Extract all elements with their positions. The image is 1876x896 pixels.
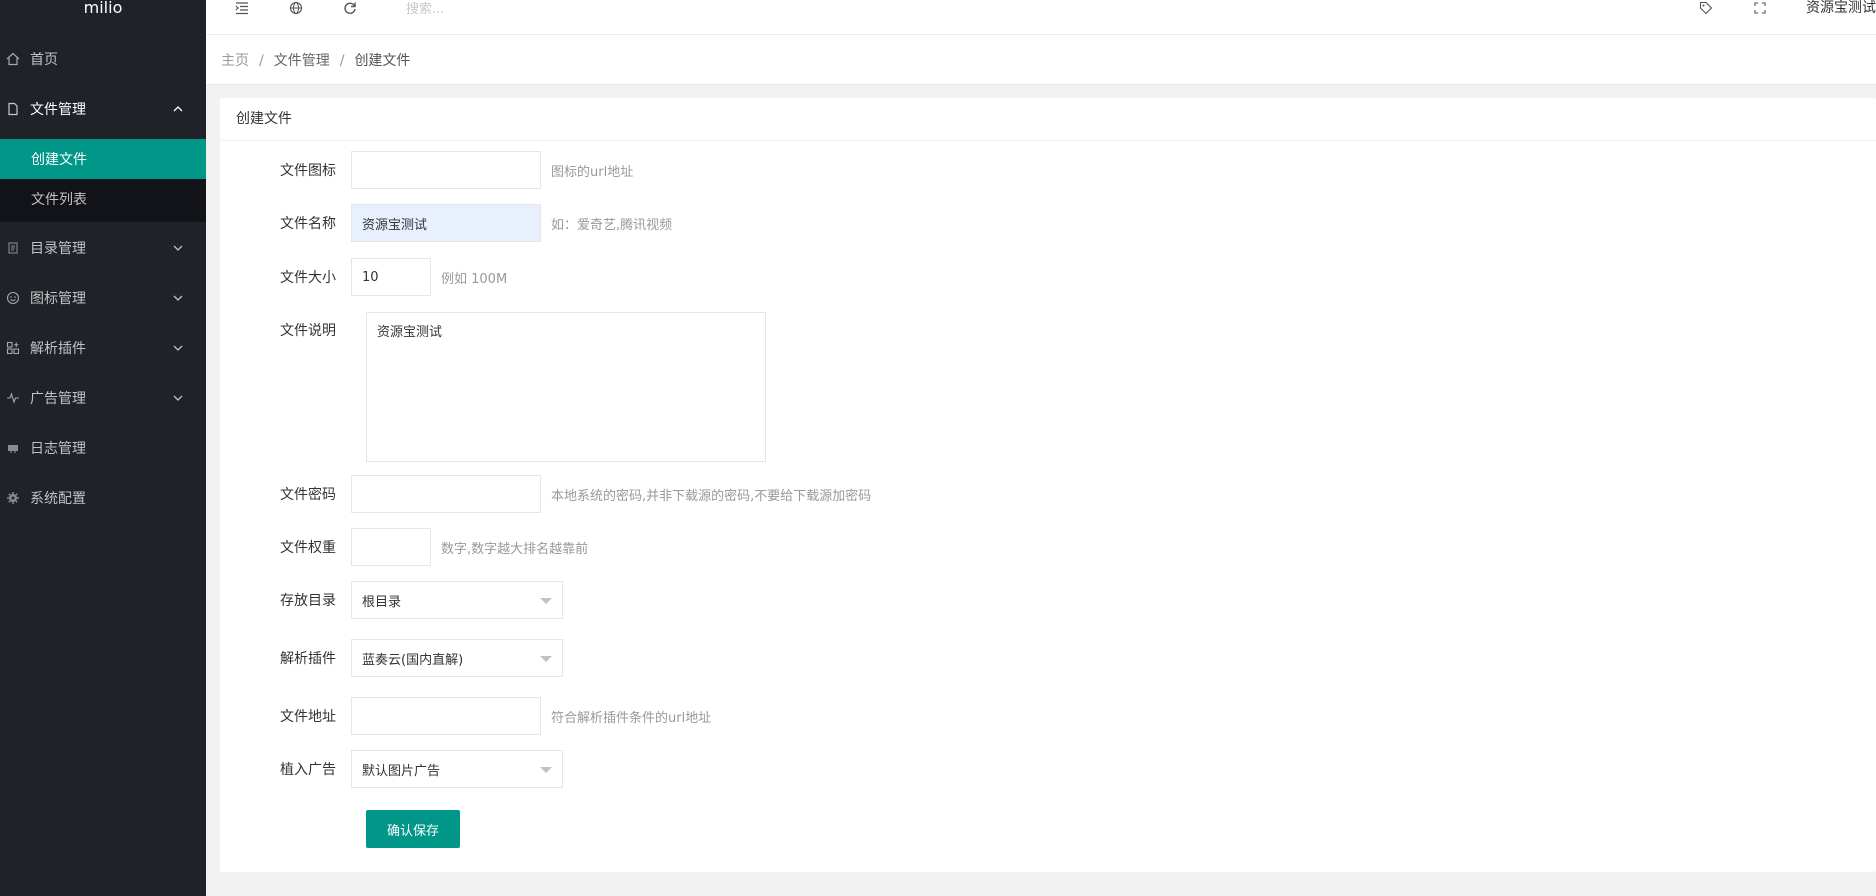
sidebar-submenu: 创建文件 文件列表 [0, 139, 206, 222]
field-label: 文件地址 [280, 709, 336, 725]
chevron-down-icon [173, 245, 183, 251]
sidebar-item-ads[interactable]: 广告管理 [0, 373, 206, 423]
field-label: 文件图标 [280, 163, 336, 179]
breadcrumb-home[interactable]: 主页 [221, 53, 249, 69]
sidebar-item-label: 系统配置 [30, 491, 86, 507]
field-label: 文件大小 [280, 270, 336, 286]
breadcrumb-bar: 主页 / 文件管理 / 创建文件 [206, 35, 1876, 85]
field-tip: 数字,数字越大排名越靠前 [441, 541, 589, 557]
file-description-textarea[interactable]: 资源宝测试 [366, 312, 766, 462]
field-tip: 如：爱奇艺,腾讯视频 [551, 217, 673, 233]
sidebar-item-icons[interactable]: 图标管理 [0, 273, 206, 323]
sidebar-item-label: 广告管理 [30, 391, 86, 407]
caret-down-icon [540, 767, 552, 773]
sidebar-item-label: 首页 [30, 52, 58, 68]
form-card: 创建文件 文件图标 图标的url地址 文件名称 如：爱奇艺,腾讯视频 文件大小 … [220, 98, 1876, 872]
field-row-desc: 文件说明 [220, 312, 351, 350]
sidebar-item-plugins[interactable]: 解析插件 [0, 323, 206, 373]
field-label: 文件说明 [280, 323, 336, 339]
breadcrumb-current: 创建文件 [354, 53, 411, 69]
field-row-weight: 文件权重 数字,数字越大排名越靠前 [220, 528, 588, 566]
field-label: 解析插件 [280, 651, 336, 667]
file-password-input[interactable] [351, 475, 541, 513]
log-icon [6, 441, 20, 455]
file-icon-input[interactable] [351, 151, 541, 189]
field-row-ad: 植入广告 默认图片广告 [220, 750, 563, 788]
sidebar-subitem-label: 文件列表 [31, 192, 87, 208]
field-row-url: 文件地址 符合解析插件条件的url地址 [220, 697, 711, 735]
file-name-input[interactable] [351, 204, 541, 242]
sidebar-item-label: 文件管理 [30, 102, 86, 118]
field-label: 文件权重 [280, 540, 336, 556]
field-label: 植入广告 [280, 762, 336, 778]
select-value: 默认图片广告 [362, 763, 441, 779]
file-weight-input[interactable] [351, 528, 431, 566]
file-size-input[interactable] [351, 258, 431, 296]
refresh-icon[interactable] [342, 0, 358, 16]
chevron-down-icon [173, 395, 183, 401]
file-url-input[interactable] [351, 697, 541, 735]
sidebar-item-logs[interactable]: 日志管理 [0, 423, 206, 473]
sidebar-subitem-file-list[interactable]: 文件列表 [0, 179, 206, 219]
smile-icon [6, 291, 20, 305]
field-label: 存放目录 [280, 593, 336, 609]
select-value: 根目录 [362, 594, 402, 610]
caret-down-icon [540, 598, 552, 604]
sidebar-item-file-management[interactable]: 文件管理 [0, 84, 206, 134]
document-icon [6, 241, 20, 255]
card-title: 创建文件 [220, 98, 1876, 141]
tag-icon[interactable] [1698, 0, 1714, 16]
sidebar-item-label: 解析插件 [30, 341, 86, 357]
top-header: 资源宝测试 [206, 0, 1876, 35]
sidebar-subitem-label: 创建文件 [31, 152, 87, 168]
home-icon [6, 52, 20, 66]
sidebar-item-label: 图标管理 [30, 291, 86, 307]
field-row-plugin: 解析插件 蓝奏云(国内直解) [220, 639, 563, 677]
sidebar-item-label: 目录管理 [30, 241, 86, 257]
field-tip: 本地系统的密码,并非下载源的密码,不要给下载源加密码 [551, 488, 872, 504]
save-button[interactable]: 确认保存 [366, 810, 460, 848]
caret-down-icon [540, 656, 552, 662]
pulse-icon [6, 391, 20, 405]
field-row-name: 文件名称 如：爱奇艺,腾讯视频 [220, 204, 672, 242]
fullscreen-icon[interactable] [1752, 0, 1768, 16]
sidebar: milio 首页 文件管理 创建文件 文件列表 目录管理 图标管理 解析插件 广… [0, 0, 206, 896]
field-label: 文件密码 [280, 487, 336, 503]
field-row-password: 文件密码 本地系统的密码,并非下载源的密码,不要给下载源加密码 [220, 475, 871, 513]
file-icon [6, 102, 20, 116]
field-tip: 例如 100M [441, 271, 508, 287]
sidebar-subitem-create-file[interactable]: 创建文件 [0, 139, 206, 179]
username[interactable]: 资源宝测试 [1806, 0, 1876, 18]
breadcrumb-file-management[interactable]: 文件管理 [274, 53, 330, 69]
plugin-select[interactable]: 蓝奏云(国内直解) [351, 639, 563, 677]
sidebar-item-settings[interactable]: 系统配置 [0, 473, 206, 523]
field-label: 文件名称 [280, 216, 336, 232]
field-tip: 图标的url地址 [551, 164, 634, 180]
field-tip: 符合解析插件条件的url地址 [551, 710, 712, 726]
field-row-dir: 存放目录 根目录 [220, 581, 563, 619]
chevron-down-icon [173, 345, 183, 351]
logo: milio [83, 0, 123, 17]
field-row-size: 文件大小 例如 100M [220, 258, 507, 296]
menu-toggle-icon[interactable] [234, 0, 250, 16]
select-value: 蓝奏云(国内直解) [362, 652, 464, 668]
sidebar-item-label: 日志管理 [30, 441, 86, 457]
gear-icon [6, 491, 20, 505]
globe-icon[interactable] [288, 0, 304, 16]
app-icon [6, 341, 20, 355]
search-input[interactable] [406, 0, 626, 18]
ad-select[interactable]: 默认图片广告 [351, 750, 563, 788]
chevron-down-icon [173, 295, 183, 301]
breadcrumb: 主页 / 文件管理 / 创建文件 [221, 53, 411, 69]
field-row-icon: 文件图标 图标的url地址 [220, 151, 633, 189]
sidebar-item-home[interactable]: 首页 [0, 34, 206, 84]
directory-select[interactable]: 根目录 [351, 581, 563, 619]
chevron-up-icon [173, 106, 183, 112]
sidebar-item-directory[interactable]: 目录管理 [0, 223, 206, 273]
